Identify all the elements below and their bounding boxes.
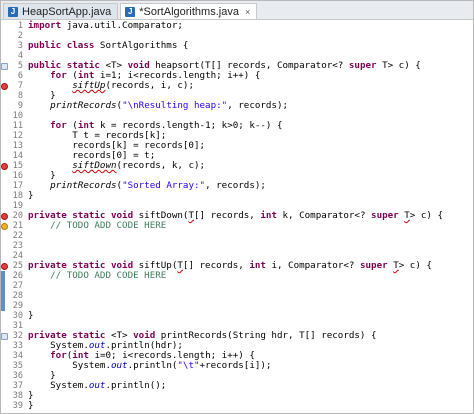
code-text: System.out.println("\t"+records[i]); (28, 360, 272, 371)
code-line[interactable]: 37 System.out.println(); (1, 380, 473, 392)
line-number: 35 (12, 361, 23, 371)
code-text: printRecords("\nResulting heap:", record… (50, 100, 289, 111)
code-line[interactable]: 28 (1, 291, 473, 301)
code-text: System.out.println(); (28, 380, 167, 391)
line-number: 27 (12, 281, 23, 291)
line-number: 37 (12, 381, 23, 391)
code-line[interactable]: 7 siftUp(records, i, c); (1, 81, 473, 91)
code-line[interactable]: 18} (1, 190, 473, 202)
line-number: 39 (12, 401, 23, 411)
line-number: 25 (12, 261, 23, 271)
line-number: 31 (12, 321, 23, 331)
code-line[interactable]: 15 siftDown(records, k, c); (1, 161, 473, 171)
code-text: public class SortAlgorithms { (28, 40, 189, 51)
code-text: // TODO ADD CODE HERE (50, 270, 167, 281)
line-number: 38 (12, 391, 23, 401)
editor-tab-bar: J HeapSortApp.java J *SortAlgorithms.jav… (1, 1, 473, 20)
line-number: 10 (12, 111, 23, 121)
editor-window: J HeapSortApp.java J *SortAlgorithms.jav… (0, 0, 474, 414)
code-line[interactable]: 23 (1, 241, 473, 251)
code-editor[interactable]: 1 import java.util.Comparator; 2 3 public cl… (1, 20, 473, 413)
line-number: 1 (17, 21, 23, 31)
code-line[interactable]: 22 (1, 231, 473, 241)
line-number: 33 (12, 341, 23, 351)
line-number: 4 (17, 51, 23, 61)
line-number: 13 (12, 141, 23, 151)
line-number: 3 (17, 41, 23, 51)
java-file-icon: J (8, 6, 18, 17)
line-number: 26 (12, 271, 23, 281)
close-icon[interactable]: × (245, 7, 250, 17)
line-number: 24 (12, 251, 23, 261)
line-number: 17 (12, 181, 23, 191)
change-bar (1, 271, 5, 281)
line-number: 18 (12, 191, 23, 201)
line-number: 20 (12, 211, 23, 221)
change-bar (1, 291, 5, 301)
java-file-icon: J (125, 6, 136, 17)
line-number: 6 (17, 71, 23, 81)
line-number: 32 (12, 331, 23, 341)
code-line[interactable]: 35 System.out.println("\t"+records[i]); (1, 360, 473, 372)
tab-label: HeapSortApp.java (22, 5, 112, 18)
tab-sortalgorithms[interactable]: J *SortAlgorithms.java × (120, 3, 258, 19)
code-line[interactable]: 39} (1, 400, 473, 412)
change-bar (1, 281, 5, 291)
line-number: 12 (12, 131, 23, 141)
line-number: 9 (17, 101, 23, 111)
line-number: 19 (12, 201, 23, 211)
code-line[interactable]: 17 printRecords("Sorted Array:", records… (1, 180, 473, 192)
line-number: 7 (17, 81, 23, 91)
code-line[interactable]: 38} (1, 391, 473, 402)
line-number: 22 (12, 231, 23, 241)
code-line[interactable]: 21 // TODO ADD CODE HERE (1, 221, 473, 231)
line-number: 21 (12, 221, 23, 231)
line-number: 23 (12, 241, 23, 251)
code-line[interactable]: 3 public class SortAlgorithms { (1, 40, 473, 52)
code-text: } (28, 310, 34, 321)
code-text: // TODO ADD CODE HERE (50, 220, 167, 231)
line-number: 8 (17, 91, 23, 101)
tab-label: *SortAlgorithms.java (139, 5, 239, 18)
code-line[interactable]: 1 import java.util.Comparator; (1, 20, 473, 32)
line-number: 11 (12, 121, 23, 131)
line-number: 14 (12, 151, 23, 161)
line-number: 29 (12, 301, 23, 311)
line-number: 2 (17, 31, 23, 41)
code-line[interactable]: 30} (1, 310, 473, 322)
code-line[interactable]: 26 // TODO ADD CODE HERE (1, 271, 473, 281)
line-number: 15 (12, 161, 23, 171)
line-number: 34 (12, 351, 23, 361)
line-number: 36 (12, 371, 23, 381)
line-number: 28 (12, 291, 23, 301)
code-text: import java.util.Comparator; (28, 20, 183, 31)
code-line[interactable]: 29 (1, 301, 473, 311)
line-number: 16 (12, 171, 23, 181)
line-number: 5 (17, 61, 23, 71)
tab-heapsortapp[interactable]: J HeapSortApp.java (3, 3, 119, 19)
code-text: } (28, 400, 34, 411)
code-line[interactable]: 9 printRecords("\nResulting heap:", reco… (1, 100, 473, 112)
change-bar (1, 301, 5, 311)
code-line[interactable]: 27 (1, 281, 473, 291)
line-number: 30 (12, 311, 23, 321)
code-text: } (28, 190, 34, 201)
code-text: printRecords("Sorted Array:", records); (50, 180, 266, 191)
